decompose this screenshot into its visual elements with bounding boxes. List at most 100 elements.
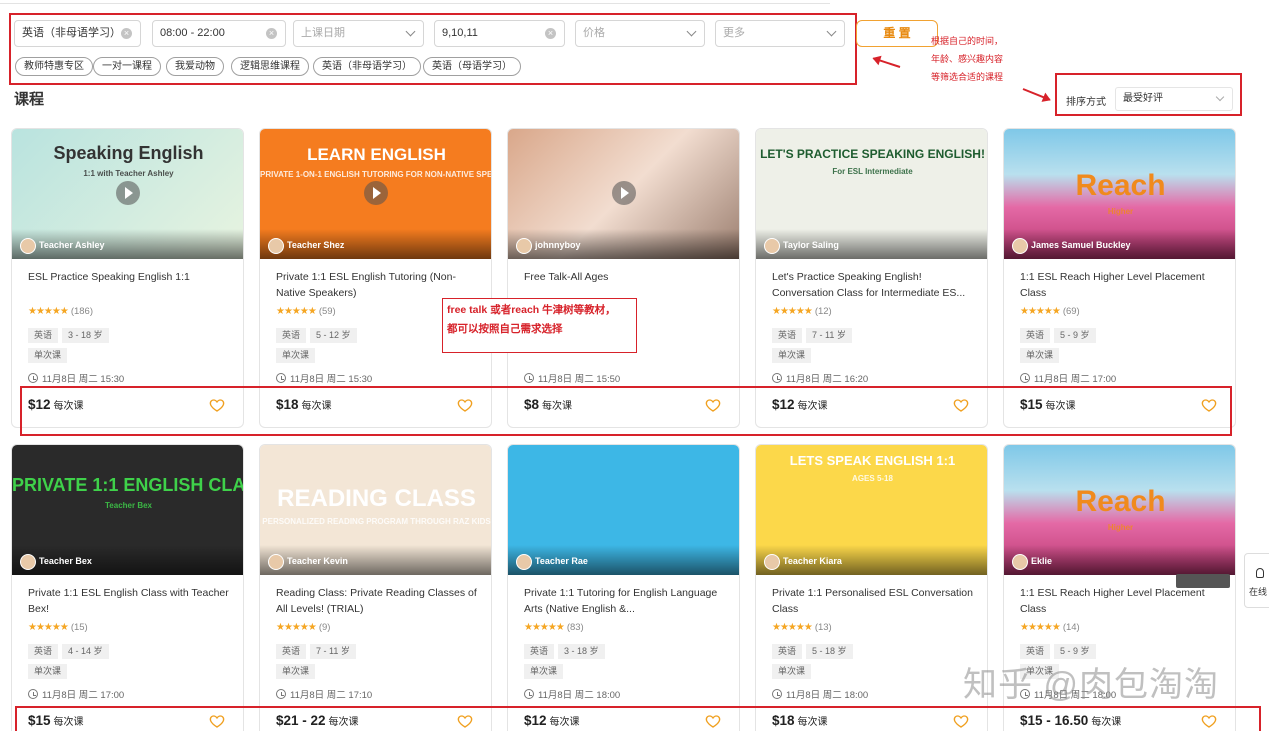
- teacher-name[interactable]: James Samuel Buckley: [1012, 238, 1131, 254]
- time-text: 11月8日 周二 16:20: [786, 374, 869, 385]
- thumbnail-subtitle: Higher: [1107, 523, 1134, 532]
- course-title[interactable]: Reading Class: Private Reading Classes o…: [276, 585, 478, 617]
- rating: ★★★★★ (12): [772, 306, 832, 317]
- course-card[interactable]: Teacher Rae Private 1:1 Tutoring for Engl…: [507, 444, 740, 731]
- filter-tag[interactable]: 我爱动物: [166, 57, 224, 76]
- reset-button[interactable]: 重 置: [856, 20, 938, 47]
- time-select-value: 08:00 - 22:00: [160, 27, 225, 39]
- course-card[interactable]: PRIVATE 1:1 ENGLISH CLASS Teacher Bex Teac…: [11, 444, 244, 731]
- time-text: 11月8日 周二 15:50: [538, 374, 621, 385]
- course-card[interactable]: LETS SPEAK ENGLISH 1:1 AGES 5-18 Teacher K…: [755, 444, 988, 731]
- watermark: 知乎 @肉包淘淘: [963, 666, 1219, 704]
- next-class-time: 11月8日 周二 18:00: [772, 687, 868, 701]
- age-select[interactable]: 9,10,11 ×: [434, 20, 565, 47]
- time-text: 11月8日 周二 17:00: [1034, 374, 1117, 385]
- next-class-time: 11月8日 周二 17:10: [276, 687, 372, 701]
- age-chip: 4 - 14 岁: [62, 644, 109, 659]
- course-title[interactable]: Private 1:1 ESL English Class with Teach…: [28, 585, 230, 617]
- play-icon[interactable]: [364, 181, 388, 205]
- next-class-time: 11月8日 周二 15:30: [276, 371, 372, 385]
- rating-count: (83): [566, 622, 584, 633]
- subject-chip: 英语: [524, 644, 555, 659]
- thumbnail-title: Speaking English: [53, 143, 204, 163]
- age-chip: 5 - 18 岁: [806, 644, 853, 659]
- course-thumbnail[interactable]: Teacher Rae: [508, 445, 739, 575]
- course-title[interactable]: Private 1:1 Personalised ESL Conversatio…: [772, 585, 974, 617]
- clear-icon[interactable]: ×: [545, 28, 556, 39]
- star-icons: ★★★★★: [276, 306, 317, 317]
- filter-tag[interactable]: 教师特惠专区: [15, 57, 93, 76]
- thumbnail-title: READING CLASS: [277, 485, 476, 512]
- sort-value: 最受好评: [1123, 93, 1163, 104]
- next-class-time: 11月8日 周二 17:00: [28, 687, 124, 701]
- course-thumbnail[interactable]: LET'S PRACTICE SPEAKING ENGLISH! For ESL …: [756, 129, 987, 259]
- star-icons: ★★★★★: [1020, 622, 1061, 633]
- filter-tag[interactable]: 英语（非母语学习）: [313, 57, 421, 76]
- teacher-name[interactable]: Teacher Kevin: [268, 554, 348, 570]
- course-thumbnail[interactable]: LEARN ENGLISH PRIVATE 1-ON-1 ENGLISH TUTO…: [260, 129, 491, 259]
- price-select[interactable]: 价格: [575, 20, 705, 47]
- course-title[interactable]: Private 1:1 ESL English Tutoring (Non-Na…: [276, 269, 478, 301]
- teacher-name[interactable]: Teacher Bex: [20, 554, 92, 570]
- age-chip: 7 - 11 岁: [310, 644, 356, 659]
- course-thumbnail[interactable]: LETS SPEAK ENGLISH 1:1 AGES 5-18 Teacher K…: [756, 445, 987, 575]
- age-select-value: 9,10,11: [442, 27, 478, 39]
- course-title[interactable]: 1:1 ESL Reach Higher Level Placement Cla…: [1020, 269, 1222, 301]
- time-text: 11月8日 周二 18:00: [786, 690, 869, 701]
- filter-tag[interactable]: 英语（母语学习）: [423, 57, 521, 76]
- sort-select[interactable]: 最受好评: [1115, 87, 1233, 111]
- clear-icon[interactable]: ×: [266, 28, 277, 39]
- course-card[interactable]: READING CLASS PERSONALIZED READING PROGRA…: [259, 444, 492, 731]
- teacher-name[interactable]: Eklie: [1012, 554, 1052, 570]
- course-card[interactable]: Reach Higher James Samuel Buckley 1:1 ESL R…: [1003, 128, 1236, 428]
- teacher-name[interactable]: johnnyboy: [516, 238, 581, 254]
- rating: ★★★★★ (59): [276, 306, 336, 317]
- course-card[interactable]: johnnyboy Free Talk-All Ages 11月8日 周二 15:5…: [507, 128, 740, 428]
- teacher-name[interactable]: Teacher Kiara: [764, 554, 842, 570]
- course-card[interactable]: Speaking English 1:1 with Teacher Ashley T…: [11, 128, 244, 428]
- floating-toolbar[interactable]: [1176, 574, 1230, 588]
- thumbnail-title: Reach: [1075, 169, 1166, 202]
- subject-select[interactable]: 英语（非母语学习） ×: [14, 20, 141, 47]
- teacher-name[interactable]: Teacher Shez: [268, 238, 344, 254]
- course-card[interactable]: LET'S PRACTICE SPEAKING ENGLISH! For ESL …: [755, 128, 988, 428]
- course-thumbnail[interactable]: Reach Higher James Samuel Buckley: [1004, 129, 1235, 259]
- teacher-name[interactable]: Taylor Saling: [764, 238, 839, 254]
- course-thumbnail[interactable]: READING CLASS PERSONALIZED READING PROGRA…: [260, 445, 491, 575]
- play-icon[interactable]: [612, 181, 636, 205]
- clock-icon: [276, 689, 286, 699]
- course-thumbnail[interactable]: Reach Higher Eklie: [1004, 445, 1235, 575]
- play-icon[interactable]: [116, 181, 140, 205]
- time-text: 11月8日 周二 15:30: [290, 374, 373, 385]
- filter-tag[interactable]: 一对一课程: [93, 57, 161, 76]
- filter-tag[interactable]: 逻辑思维课程: [231, 57, 309, 76]
- chevron-down-icon: [686, 26, 697, 37]
- thumbnail-title: LETS SPEAK ENGLISH 1:1: [789, 453, 956, 468]
- course-title[interactable]: ESL Practice Speaking English 1:1: [28, 269, 230, 301]
- subject-select-value: 英语（非母语学习）: [22, 27, 121, 39]
- course-thumbnail[interactable]: Speaking English 1:1 with Teacher Ashley T…: [12, 129, 243, 259]
- date-select[interactable]: 上课日期: [293, 20, 424, 47]
- annotation-arrow: [873, 57, 901, 68]
- clock-icon: [1020, 373, 1030, 383]
- price-highlight-box: [20, 386, 1232, 436]
- clear-icon[interactable]: ×: [121, 28, 132, 39]
- class-type-chip: 单次课: [276, 348, 316, 363]
- course-title[interactable]: Free Talk-All Ages: [524, 269, 726, 301]
- more-select[interactable]: 更多: [715, 20, 845, 47]
- course-title[interactable]: Private 1:1 Tutoring for English Languag…: [524, 585, 726, 617]
- teacher-name[interactable]: Teacher Rae: [516, 554, 588, 570]
- course-title[interactable]: Let's Practice Speaking English! Convers…: [772, 269, 974, 301]
- chevron-down-icon: [1215, 92, 1225, 102]
- thumbnail-title: LET'S PRACTICE SPEAKING ENGLISH!: [760, 147, 985, 161]
- rating: ★★★★★ (13): [772, 622, 832, 633]
- online-chat-tab[interactable]: 在线: [1244, 553, 1269, 608]
- subject-chip: 英语: [772, 328, 803, 343]
- clock-icon: [772, 373, 782, 383]
- course-title[interactable]: 1:1 ESL Reach Higher Level Placement Cla…: [1020, 585, 1222, 617]
- course-thumbnail[interactable]: PRIVATE 1:1 ENGLISH CLASS Teacher Bex Teac…: [12, 445, 243, 575]
- course-thumbnail[interactable]: johnnyboy: [508, 129, 739, 259]
- teacher-name[interactable]: Teacher Ashley: [20, 238, 105, 254]
- time-select[interactable]: 08:00 - 22:00 ×: [152, 20, 286, 47]
- course-card[interactable]: LEARN ENGLISH PRIVATE 1-ON-1 ENGLISH TUTO…: [259, 128, 492, 428]
